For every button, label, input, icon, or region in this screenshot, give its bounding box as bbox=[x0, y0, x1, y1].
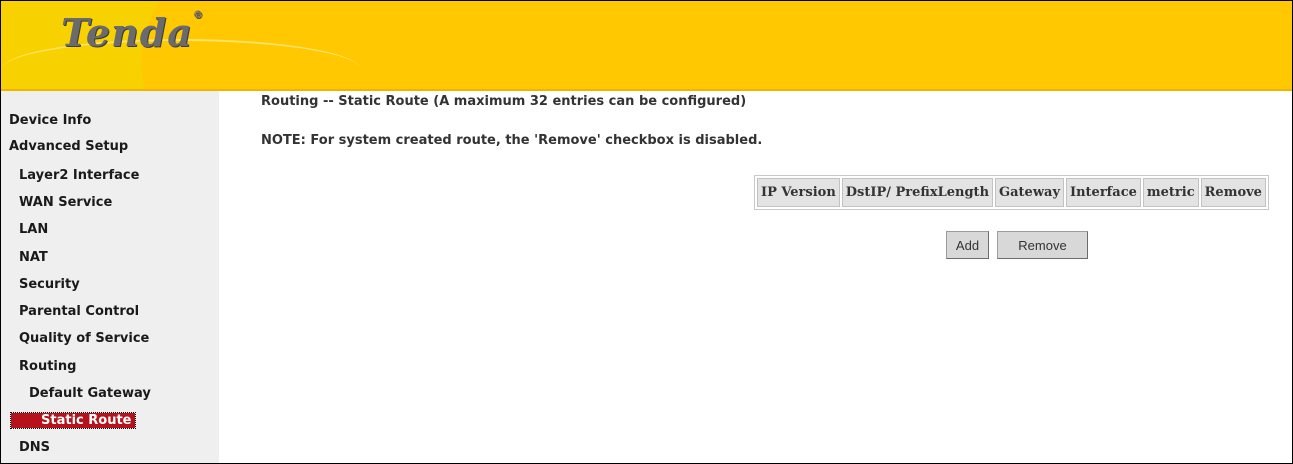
sidebar-item-device-info[interactable]: Device Info bbox=[9, 113, 91, 128]
column-header: DstIP/ PrefixLength bbox=[841, 178, 994, 207]
remove-button[interactable]: Remove bbox=[997, 231, 1088, 259]
page-title: Routing -- Static Route (A maximum 32 en… bbox=[261, 94, 747, 109]
column-header: Gateway bbox=[995, 178, 1065, 207]
sidebar-item-dns[interactable]: DNS bbox=[19, 440, 50, 455]
table-header-row: IP Version DstIP/ PrefixLength Gateway Inte… bbox=[757, 178, 1266, 207]
column-header: Remove bbox=[1200, 178, 1266, 207]
tenda-logo: Tenda® bbox=[61, 10, 204, 55]
sidebar-item-quality-of-service[interactable]: Quality of Service bbox=[19, 331, 149, 346]
column-header: IP Version bbox=[757, 178, 840, 207]
column-header: metric bbox=[1142, 178, 1199, 207]
sidebar-item-security[interactable]: Security bbox=[19, 277, 80, 292]
header-banner: Tenda® bbox=[1, 1, 1292, 91]
add-button[interactable]: Add bbox=[946, 231, 989, 259]
sidebar-item-routing[interactable]: Routing bbox=[19, 359, 76, 374]
sidebar-nav: Device Info Advanced Setup Layer2 Interfac… bbox=[1, 91, 219, 463]
static-route-table: IP Version DstIP/ PrefixLength Gateway Inte… bbox=[754, 175, 1269, 210]
sidebar-item-lan[interactable]: LAN bbox=[19, 222, 48, 237]
sidebar-item-layer2-interface[interactable]: Layer2 Interface bbox=[19, 168, 139, 183]
column-header: Interface bbox=[1066, 178, 1141, 207]
sidebar-item-default-gateway[interactable]: Default Gateway bbox=[29, 386, 151, 401]
sidebar-item-parental-control[interactable]: Parental Control bbox=[19, 304, 139, 319]
sidebar-item-static-route[interactable]: Static Route bbox=[9, 412, 137, 429]
router-admin-window: Tenda® Device Info Advanced Setup Layer2 I… bbox=[0, 0, 1293, 464]
main-content: Routing -- Static Route (A maximum 32 en… bbox=[219, 91, 1292, 463]
sidebar-item-nat[interactable]: NAT bbox=[19, 250, 48, 265]
sidebar-item-wan-service[interactable]: WAN Service bbox=[19, 195, 112, 210]
page-note: NOTE: For system created route, the 'Rem… bbox=[261, 133, 763, 148]
sidebar-item-advanced-setup[interactable]: Advanced Setup bbox=[9, 139, 128, 154]
